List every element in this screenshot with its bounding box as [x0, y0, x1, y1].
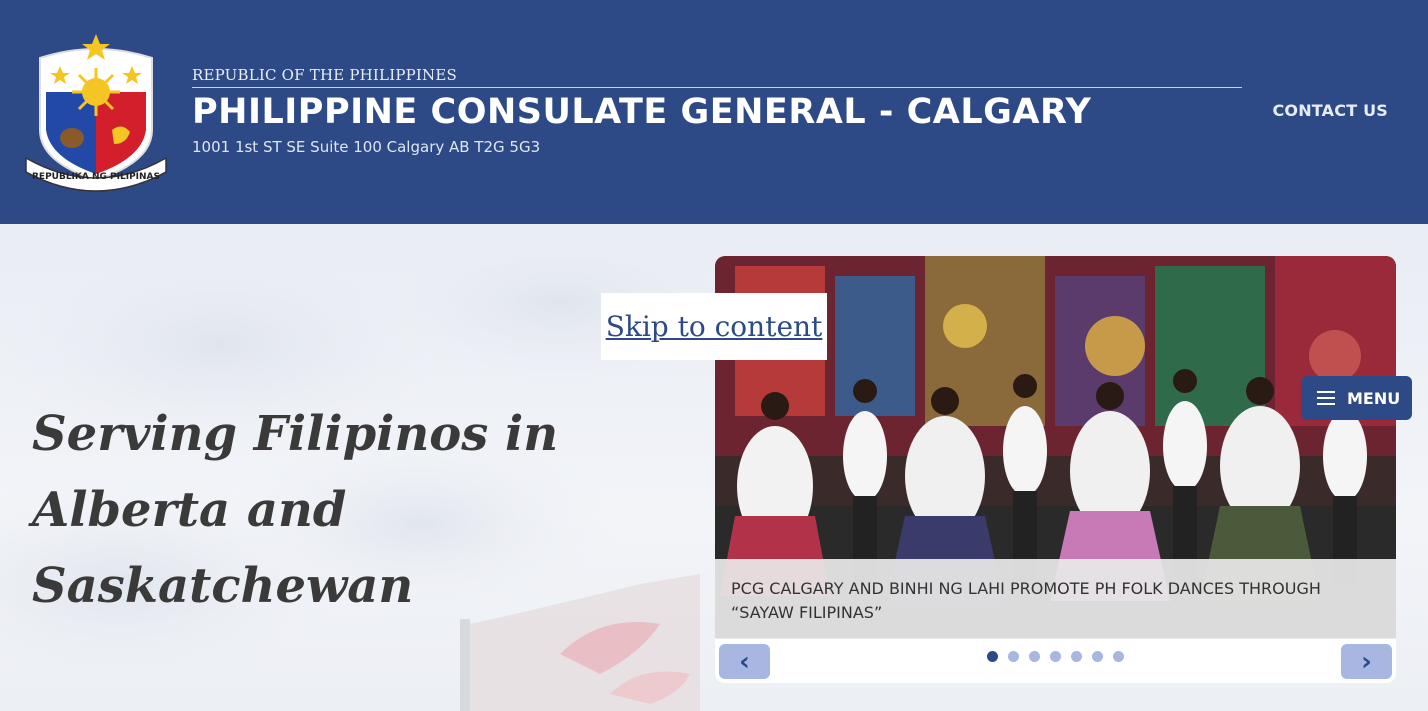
contact-us-link[interactable]: CONTACT US	[1272, 101, 1388, 120]
carousel-indicators	[987, 651, 1124, 662]
svg-text:REPUBLIKA NG PILIPINAS: REPUBLIKA NG PILIPINAS	[32, 172, 160, 182]
menu-button[interactable]: MENU	[1301, 376, 1412, 420]
site-header: REPUBLIKA NG PILIPINAS REPUBLIC OF THE P…	[0, 0, 1428, 224]
slide-caption[interactable]: PCG CALGARY AND BINHI NG LAHI PROMOTE PH…	[715, 559, 1396, 639]
consulate-address: 1001 1st ST SE Suite 100 Calgary AB T2G …	[192, 138, 541, 156]
carousel-dot-5[interactable]	[1071, 651, 1082, 662]
carousel-dot-3[interactable]	[1029, 651, 1040, 662]
philippine-seal-logo[interactable]: REPUBLIKA NG PILIPINAS	[22, 30, 170, 194]
carousel-dot-2[interactable]	[1008, 651, 1019, 662]
skip-to-content-box: Skip to content	[601, 293, 827, 360]
skip-to-content-link[interactable]: Skip to content	[606, 310, 823, 343]
carousel-dot-7[interactable]	[1113, 651, 1124, 662]
carousel-dot-4[interactable]	[1050, 651, 1061, 662]
carousel-next-button[interactable]: ›	[1341, 644, 1392, 679]
hero-tagline: Serving Filipinos in Alberta and Saskatc…	[32, 406, 559, 614]
carousel-prev-button[interactable]: ‹	[719, 644, 770, 679]
site-title[interactable]: PHILIPPINE CONSULATE GENERAL - CALGARY	[192, 92, 1242, 132]
republic-label: REPUBLIC OF THE PHILIPPINES	[192, 66, 1242, 88]
header-titles: REPUBLIC OF THE PHILIPPINES PHILIPPINE C…	[192, 66, 1242, 156]
carousel-dot-6[interactable]	[1092, 651, 1103, 662]
hamburger-icon	[1317, 391, 1335, 405]
menu-label: MENU	[1347, 388, 1401, 408]
carousel-dot-1[interactable]	[987, 651, 998, 662]
